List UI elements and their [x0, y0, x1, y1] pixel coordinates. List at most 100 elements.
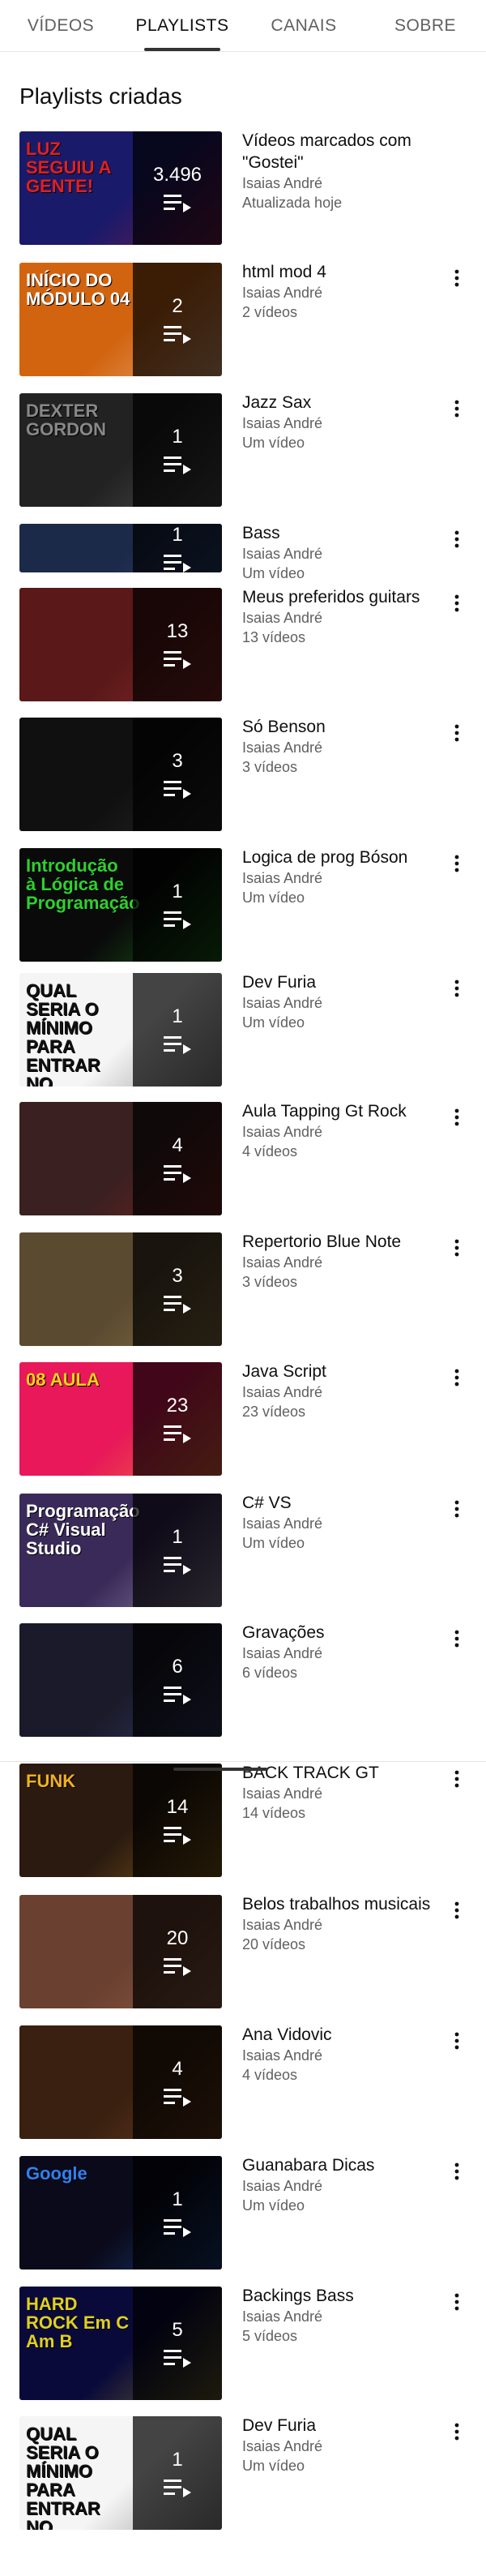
thumbnail-caption: Programação C# Visual Studio — [26, 1501, 140, 1559]
playlist-title[interactable]: Ana Vidovic — [242, 2024, 445, 2046]
playlist-title[interactable]: Java Script — [242, 1361, 445, 1382]
more-options-icon[interactable] — [447, 1767, 467, 1791]
playlist-title[interactable]: Logica de prog Bóson — [242, 847, 445, 868]
more-options-icon[interactable] — [447, 2290, 467, 2314]
playlist-thumbnail[interactable]: Programação C# Visual Studio 1 — [19, 1494, 222, 1607]
drag-handle — [173, 1768, 267, 1771]
playlist-item[interactable]: 20 Belos trabalhos musicais Isaias André 20… — [0, 1893, 486, 2015]
more-options-icon[interactable] — [447, 1898, 467, 1922]
playlist-thumbnail[interactable]: 6 — [19, 1623, 222, 1737]
playlist-thumbnail[interactable]: 1 — [19, 524, 222, 572]
more-options-icon[interactable] — [447, 976, 467, 1001]
more-options-icon[interactable] — [447, 2420, 467, 2444]
playlist-icon — [164, 456, 191, 474]
playlist-item[interactable]: QUAL SERIA O MÍNIMO PARA ENTRAR NO MERCA… — [0, 971, 486, 1093]
playlist-thumbnail[interactable]: 4 — [19, 1102, 222, 1215]
playlist-thumbnail[interactable]: Introdução à Lógica de Programação 1 — [19, 848, 222, 962]
playlist-title[interactable]: Jazz Sax — [242, 392, 445, 414]
playlist-thumbnail[interactable]: DEXTER GORDON 1 — [19, 393, 222, 507]
playlist-title[interactable]: Gravações — [242, 1622, 445, 1644]
playlist-item[interactable]: HARD ROCK Em C Am B 5 Backings Bass Isaias … — [0, 2285, 486, 2407]
playlist-author: Isaias André — [242, 1384, 323, 1400]
playlist-item[interactable]: QUAL SERIA O MÍNIMO PARA ENTRAR NO MERCA… — [0, 2415, 486, 2536]
playlist-thumbnail[interactable]: INÍCIO DO MÓDULO 04 2 — [19, 263, 222, 376]
playlist-title[interactable]: Belos trabalhos musicais — [242, 1893, 445, 1915]
playlist-thumbnail[interactable]: 20 — [19, 1895, 222, 2008]
playlist-title[interactable]: Dev Furia — [242, 971, 445, 993]
playlist-count-overlay: 1 — [133, 2416, 222, 2530]
more-options-icon[interactable] — [447, 1105, 467, 1129]
playlist-title[interactable]: Dev Furia — [242, 2415, 445, 2437]
playlist-item[interactable]: 4 Aula Tapping Gt Rock Isaias André 4 vídeo… — [0, 1100, 486, 1222]
playlist-item[interactable]: 3 Repertorio Blue Note Isaias André 3 vídeo… — [0, 1231, 486, 1352]
playlist-thumbnail[interactable]: HARD ROCK Em C Am B 5 — [19, 2287, 222, 2400]
playlist-thumbnail[interactable]: 3 — [19, 1232, 222, 1346]
playlist-meta: BACK TRACK GT Isaias André 14 vídeos — [242, 1762, 445, 1823]
more-options-icon[interactable] — [447, 2029, 467, 2053]
playlist-title[interactable]: BACK TRACK GT — [242, 1762, 445, 1784]
more-options-icon[interactable] — [447, 851, 467, 876]
playlist-thumbnail[interactable]: 4 — [19, 2025, 222, 2139]
playlist-item[interactable]: 13 Meus preferidos guitars Isaias André 13 … — [0, 586, 486, 708]
playlist-item[interactable]: Programação C# Visual Studio 1 C# VS Isaias… — [0, 1492, 486, 1614]
playlist-title[interactable]: Bass — [242, 522, 445, 544]
more-options-icon[interactable] — [447, 1497, 467, 1521]
playlist-item[interactable]: 08 AULA 23 Java Script Isaias André 23 vídeo… — [0, 1361, 486, 1482]
more-options-icon[interactable] — [447, 2159, 467, 2184]
playlist-author: Isaias André — [242, 995, 323, 1011]
more-options-icon[interactable] — [447, 721, 467, 745]
thumbnail-caption: LUZ SEGUIU A GENTE! — [26, 139, 111, 197]
playlist-count-overlay: 1 — [133, 848, 222, 962]
playlist-thumbnail[interactable]: QUAL SERIA O MÍNIMO PARA ENTRAR NO MERCA… — [19, 973, 222, 1087]
more-options-icon[interactable] — [447, 591, 467, 615]
playlist-thumbnail[interactable]: Google 1 — [19, 2156, 222, 2270]
playlist-item[interactable]: DEXTER GORDON 1 Jazz Sax Isaias André Um víd… — [0, 392, 486, 513]
playlist-title[interactable]: Backings Bass — [242, 2285, 445, 2307]
playlist-author: Isaias André — [242, 1254, 323, 1271]
playlist-item[interactable]: Google 1 Guanabara Dicas Isaias André Um víd… — [0, 2154, 486, 2276]
playlist-thumbnail[interactable]: 08 AULA 23 — [19, 1362, 222, 1476]
playlist-item[interactable]: Introdução à Lógica de Programação 1 Logic… — [0, 847, 486, 968]
playlist-title[interactable]: Só Benson — [242, 716, 445, 738]
playlist-title[interactable]: C# VS — [242, 1492, 445, 1514]
playlist-count-overlay: 20 — [133, 1895, 222, 2008]
playlist-item[interactable]: LUZ SEGUIU A GENTE! 3.496 Vídeos marcados … — [0, 130, 486, 251]
playlist-count-overlay: 14 — [133, 1764, 222, 1877]
playlist-item[interactable]: INÍCIO DO MÓDULO 04 2 html mod 4 Isaias And… — [0, 261, 486, 383]
playlist-info: Um vídeo — [242, 1014, 305, 1031]
playlist-title[interactable]: html mod 4 — [242, 261, 445, 283]
playlist-title[interactable]: Repertorio Blue Note — [242, 1231, 445, 1253]
more-options-icon[interactable] — [447, 1236, 467, 1260]
tab-vídeos[interactable]: VÍDEOS — [0, 0, 122, 51]
playlist-item[interactable]: 4 Ana Vidovic Isaias André 4 vídeos — [0, 2024, 486, 2145]
more-options-icon[interactable] — [447, 266, 467, 290]
more-options-icon[interactable] — [447, 1627, 467, 1651]
playlist-title[interactable]: Aula Tapping Gt Rock — [242, 1100, 445, 1122]
playlist-item[interactable]: 6 Gravações Isaias André 6 vídeos — [0, 1622, 486, 1743]
video-count: 3.496 — [152, 164, 202, 186]
playlist-item[interactable]: FUNK 14 BACK TRACK GT Isaias André 14 vídeos — [0, 1762, 486, 1884]
more-options-icon[interactable] — [447, 1365, 467, 1390]
playlist-title[interactable]: Meus preferidos guitars — [242, 586, 445, 608]
playlist-info: Um vídeo — [242, 1535, 305, 1551]
playlist-info: 20 vídeos — [242, 1936, 306, 1952]
tab-playlists[interactable]: PLAYLISTS — [122, 0, 243, 51]
more-options-icon[interactable] — [447, 527, 467, 551]
video-count: 1 — [172, 426, 183, 448]
playlist-thumbnail[interactable]: 13 — [19, 588, 222, 701]
playlist-info: 5 vídeos — [242, 2328, 298, 2344]
playlist-count-overlay: 1 — [133, 1494, 222, 1607]
playlist-info: 4 vídeos — [242, 2067, 298, 2083]
playlist-thumbnail[interactable]: LUZ SEGUIU A GENTE! 3.496 — [19, 131, 222, 245]
playlist-thumbnail[interactable]: FUNK 14 — [19, 1764, 222, 1877]
playlist-title[interactable]: Vídeos marcados com "Gostei" — [242, 130, 445, 174]
tab-canais[interactable]: CANAIS — [243, 0, 364, 51]
playlist-thumbnail[interactable]: 3 — [19, 718, 222, 831]
playlist-item[interactable]: 3 Só Benson Isaias André 3 vídeos — [0, 716, 486, 838]
playlist-title[interactable]: Guanabara Dicas — [242, 2154, 445, 2176]
more-options-icon[interactable] — [447, 396, 467, 421]
thumbnail-caption: Google — [26, 2163, 87, 2184]
tab-sobre[interactable]: SOBRE — [364, 0, 486, 51]
playlist-thumbnail[interactable]: QUAL SERIA O MÍNIMO PARA ENTRAR NO MERCA… — [19, 2416, 222, 2530]
playlist-count-overlay: 1 — [133, 393, 222, 507]
